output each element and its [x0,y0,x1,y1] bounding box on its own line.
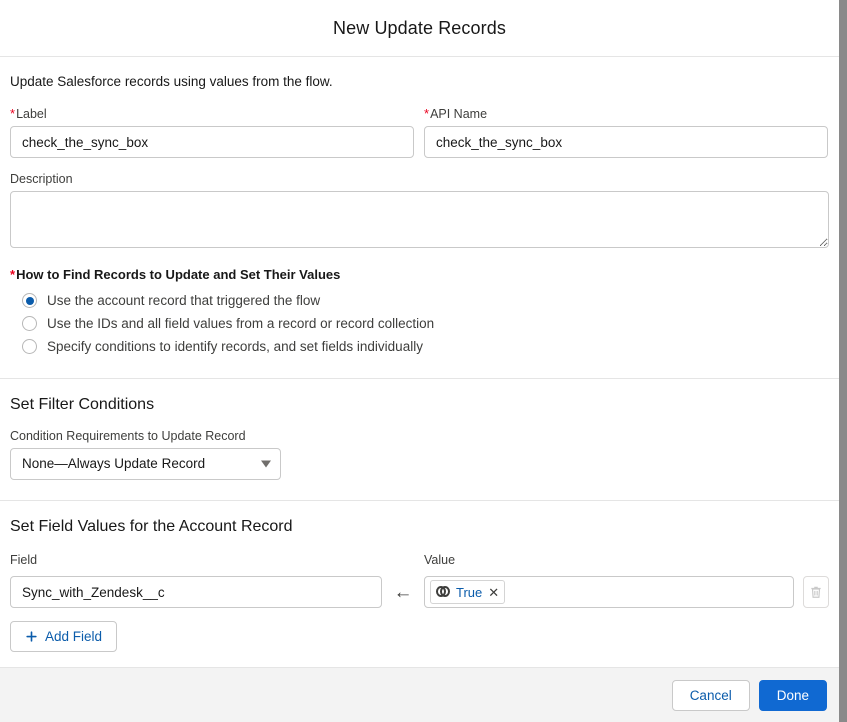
radio-option-label: Use the IDs and all field values from a … [47,316,435,331]
modal-body: Update Salesforce records using values f… [0,57,839,667]
label-field-group: *Label [10,106,414,158]
value-pill-label: True [456,584,483,600]
field-values-column-headers: Field Value [10,552,829,572]
add-field-button[interactable]: Add Field [10,621,118,652]
add-field-label: Add Field [45,629,103,644]
modal-footer: Cancel Done [0,667,839,722]
field-value-row: ← True ✕ [10,576,829,608]
radio-indicator [22,316,37,331]
radio-indicator [22,293,37,308]
value-input[interactable]: True ✕ [424,576,794,608]
field-column-label: Field [10,553,38,567]
left-arrow-icon: ← [393,581,413,603]
value-pill[interactable]: True ✕ [430,580,506,604]
cancel-button[interactable]: Cancel [671,679,750,711]
radio-option-label: Use the account record that triggered th… [47,293,321,308]
radio-option-ids-and-values[interactable]: Use the IDs and all field values from a … [10,313,829,334]
condition-requirements-label: Condition Requirements to Update Record [10,429,246,443]
boolean-icon [436,585,451,599]
radio-option-label: Specify conditions to identify records, … [47,339,423,354]
delete-row-button[interactable] [803,576,829,608]
page-title: New Update Records [333,17,506,38]
how-to-find-records-legend-text: How to Find Records to Update and Set Th… [16,267,341,282]
condition-requirements-select-wrapper: None—Always Update Record [10,448,281,480]
field-values-section-title: Set Field Values for the Account Record [10,518,293,535]
radio-option-specify-conditions[interactable]: Specify conditions to identify records, … [10,336,829,357]
how-to-find-records-legend: *How to Find Records to Update and Set T… [10,267,829,282]
label-field-label-text: Label [16,107,47,121]
description-textarea[interactable] [10,191,829,248]
radio-option-triggering-record[interactable]: Use the account record that triggered th… [10,290,829,311]
intro-text: Update Salesforce records using values f… [10,74,333,89]
api-name-field-label-text: API Name [430,107,488,121]
condition-requirements-select[interactable]: None—Always Update Record [10,448,281,480]
required-marker-how-to-find: * [10,267,16,282]
done-button[interactable]: Done [758,679,827,711]
label-field-label: *Label [10,106,414,122]
description-field-label: Description [10,172,73,186]
plus-icon [26,631,37,642]
filter-section-title: Set Filter Conditions [10,396,155,413]
trash-icon [811,586,821,598]
api-name-field-group: *API Name [424,106,828,158]
condition-requirements-group: Condition Requirements to Update Record … [10,428,829,480]
required-marker-label: * [10,106,16,121]
field-name-input[interactable] [10,576,382,608]
value-column-label: Value [424,553,456,567]
how-to-find-records-group: *How to Find Records to Update and Set T… [10,248,829,378]
general-section: Update Salesforce records using values f… [0,57,839,378]
new-update-records-modal: New Update Records Update Salesforce rec… [0,0,839,722]
required-marker-api-name: * [424,106,430,121]
radio-indicator [22,339,37,354]
column-spacer [382,552,424,572]
label-api-row: *Label *API Name [10,106,829,158]
close-icon[interactable]: ✕ [487,586,499,599]
set-filter-conditions-section: Set Filter Conditions Condition Requirem… [0,379,839,500]
api-name-field-label: *API Name [424,106,828,122]
modal-header: New Update Records [0,0,839,57]
api-name-input[interactable] [424,126,828,158]
description-field-group: Description [10,171,829,248]
page-scrollbar[interactable] [839,0,847,722]
set-field-values-section: Set Field Values for the Account Record … [0,501,839,667]
label-input[interactable] [10,126,414,158]
